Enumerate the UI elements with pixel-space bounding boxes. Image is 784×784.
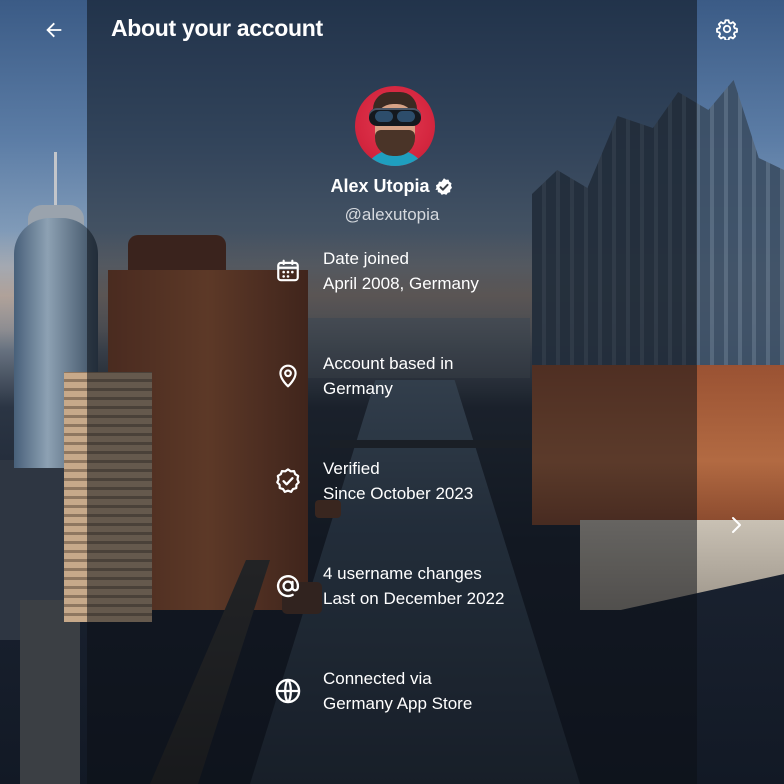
account-based-in-item: Account based in Germany [323, 351, 453, 401]
display-name: Alex Utopia [330, 176, 430, 196]
row-subtitle: Last on December 2022 [323, 589, 505, 608]
at-sign-icon [274, 572, 302, 600]
row-subtitle: Since October 2023 [323, 484, 474, 503]
settings-button[interactable] [711, 13, 743, 45]
connected-via-item: Connected via Germany App Store [323, 666, 472, 716]
username-handle: @alexutopia [344, 205, 440, 224]
row-title: Date joined [323, 249, 410, 268]
arrow-left-icon [46, 22, 62, 38]
globe-icon [274, 677, 302, 705]
row-subtitle: Germany App Store [323, 694, 473, 713]
row-title: Verified [323, 459, 380, 478]
verified-badge-icon [434, 177, 454, 197]
next-button[interactable] [726, 510, 748, 540]
row-title: 4 username changes [323, 564, 482, 583]
chevron-right-icon [732, 517, 741, 533]
left-road [20, 600, 80, 784]
back-button[interactable] [38, 14, 70, 46]
username-changes-item: 4 username changes Last on December 2022 [323, 561, 504, 611]
row-title: Account based in [323, 354, 454, 373]
date-joined-item: Date joined April 2008, Germany [323, 246, 479, 296]
calendar-icon [274, 257, 302, 285]
verified-item: Verified Since October 2023 [323, 456, 473, 506]
page-title: About your account [111, 15, 323, 41]
row-subtitle: April 2008, Germany [323, 274, 479, 293]
row-title: Connected via [323, 669, 432, 688]
avatar[interactable] [355, 86, 435, 166]
profile-name-row: Alex Utopia [0, 176, 784, 197]
verified-check-icon [274, 467, 302, 495]
gear-icon [716, 19, 738, 40]
row-subtitle: Germany [323, 379, 393, 398]
location-pin-icon [274, 362, 302, 390]
